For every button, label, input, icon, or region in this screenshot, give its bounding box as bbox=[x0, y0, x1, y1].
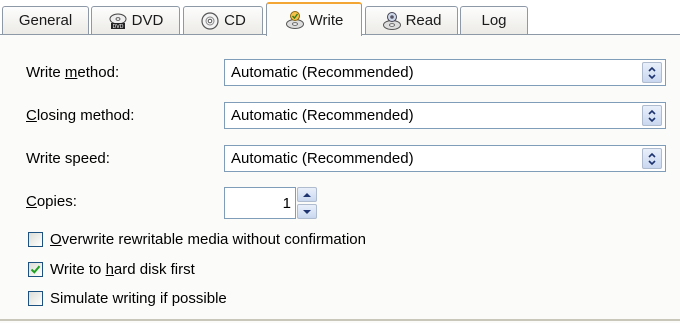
increment-arrow-icon[interactable] bbox=[297, 187, 317, 202]
write-method-value: Automatic (Recommended) bbox=[231, 64, 414, 81]
closing-method-label: Closing method: bbox=[26, 107, 135, 124]
decrement-arrow-icon[interactable] bbox=[297, 204, 317, 219]
simulate-writing-checkbox[interactable] bbox=[28, 291, 43, 306]
overwrite-option-label: Overwrite rewritable media without confi… bbox=[50, 231, 366, 248]
write-method-label: Write method: bbox=[26, 64, 120, 81]
tab-write[interactable]: Write bbox=[266, 2, 362, 36]
tab-label: DVD bbox=[131, 12, 164, 29]
tab-read[interactable]: Read bbox=[365, 6, 458, 34]
write-speed-value: Automatic (Recommended) bbox=[231, 150, 414, 167]
tab-label: Read bbox=[405, 12, 442, 29]
simulate-writing-label: Simulate writing if possible bbox=[50, 290, 227, 307]
dropdown-arrow-icon[interactable] bbox=[642, 148, 662, 169]
closing-method-value: Automatic (Recommended) bbox=[231, 107, 414, 124]
write-method-select[interactable]: Automatic (Recommended) bbox=[224, 59, 666, 86]
tab-log[interactable]: Log bbox=[460, 6, 528, 34]
write-speed-label: Write speed: bbox=[26, 150, 110, 167]
tab-label: Write bbox=[308, 11, 344, 29]
write-to-hard-disk-checkbox[interactable] bbox=[28, 262, 43, 277]
tab-label: CD bbox=[224, 12, 246, 29]
tab-bar: General DVD DVD CD Write Read Log bbox=[0, 0, 680, 36]
write-to-hard-disk-label: Write to hard disk first bbox=[50, 261, 195, 278]
write-disc-icon bbox=[285, 10, 305, 30]
dropdown-arrow-icon[interactable] bbox=[642, 62, 662, 83]
dvd-disc-icon: DVD bbox=[108, 11, 128, 31]
copies-stepper bbox=[297, 187, 317, 219]
tab-cd[interactable]: CD bbox=[183, 6, 263, 34]
closing-method-select[interactable]: Automatic (Recommended) bbox=[224, 102, 666, 129]
tab-general[interactable]: General bbox=[2, 6, 89, 34]
overwrite-checkbox[interactable] bbox=[28, 232, 43, 247]
panel-bottom-edge bbox=[0, 319, 680, 321]
copies-label: Copies: bbox=[26, 193, 77, 210]
tab-label: Log bbox=[481, 12, 507, 29]
cd-disc-icon bbox=[200, 11, 220, 31]
read-disc-icon bbox=[382, 11, 402, 31]
simulate-writing-option[interactable]: Simulate writing if possible bbox=[28, 290, 227, 307]
copies-input[interactable]: 1 bbox=[224, 187, 296, 219]
dropdown-arrow-icon[interactable] bbox=[642, 105, 662, 126]
write-speed-select[interactable]: Automatic (Recommended) bbox=[224, 145, 666, 172]
tab-dvd[interactable]: DVD DVD bbox=[91, 6, 180, 34]
svg-text:DVD: DVD bbox=[112, 24, 123, 30]
write-to-hard-disk-option[interactable]: Write to hard disk first bbox=[28, 261, 195, 278]
checkmark-icon bbox=[30, 265, 41, 274]
overwrite-rewritable-option[interactable]: Overwrite rewritable media without confi… bbox=[28, 231, 366, 248]
tab-label: General bbox=[18, 12, 73, 29]
